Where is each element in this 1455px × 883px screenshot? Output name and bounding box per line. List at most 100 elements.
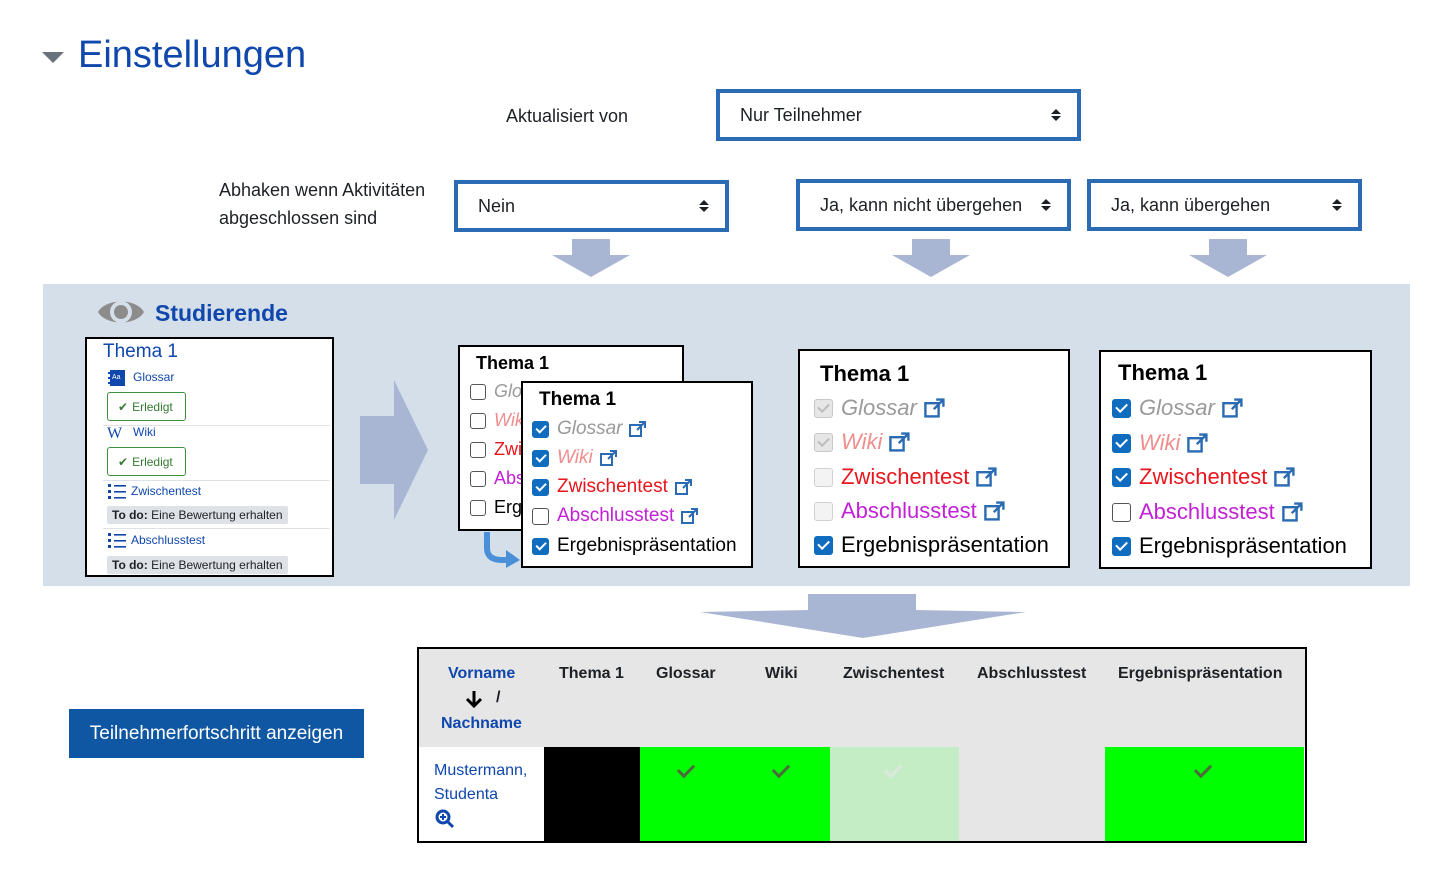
completion-checkbox [814,398,833,418]
progress-cell-glossar-wiki[interactable] [640,747,830,841]
block-title: Thema 1 [1118,360,1208,385]
progress-cell-ergebnis[interactable] [1105,747,1304,841]
sort-firstname-link[interactable]: Vorname [448,665,515,683]
external-link-icon[interactable] [975,465,999,489]
course-block-no-override: Thema 1 Glossar Wiki Zwischentest Abschl… [798,349,1070,568]
item-label[interactable]: Zwischentest [841,464,969,490]
external-link-icon[interactable] [1273,465,1297,489]
completion-checkbox[interactable] [532,478,549,496]
activity-link-wiki[interactable]: Wiki [133,425,156,439]
quiz-icon [108,484,126,499]
completion-checkbox[interactable] [532,420,549,438]
completion-option-label: Nein [478,195,516,216]
check-icon: ✔ [118,399,129,414]
external-link-icon[interactable] [628,419,648,439]
select-caret-icon [1051,109,1061,121]
progress-cell-zwischentest[interactable] [830,747,959,841]
completion-checkbox[interactable] [1112,502,1131,522]
completion-checkbox[interactable] [1112,536,1131,556]
todo-text: Eine Bewertung erhalten [151,558,283,572]
item-label[interactable]: Wiki [1139,430,1180,456]
completion-done-button[interactable]: ✔ Erledigt [107,447,186,476]
progress-cell-thema[interactable] [544,747,640,841]
down-arrow-icon [700,594,1026,638]
item-label[interactable]: Ergebnispräsentation [557,535,737,557]
external-link-icon[interactable] [680,506,700,526]
activity-link-glossar[interactable]: Glossar [133,370,174,384]
item-label[interactable]: Wiki [841,429,882,455]
role-title: Studierende [155,300,288,326]
check-icon [1193,759,1213,779]
completion-checkbox[interactable] [532,537,549,555]
completion-option-label: Ja, kann übergehen [1111,194,1271,215]
completion-done-button[interactable]: ✔ Erledigt [107,392,186,421]
sort-down-arrow-icon [465,689,483,709]
column-header-glossar: Glossar [656,665,716,682]
external-link-icon[interactable] [1186,431,1210,455]
external-link-icon[interactable] [599,448,619,468]
divider [103,528,330,529]
column-header-ergebnis: Ergebnispräsentation [1118,665,1283,682]
item-label: Wik [494,410,524,430]
completion-checkbox[interactable] [470,383,486,400]
progress-cell-abschlusstest[interactable] [959,747,1105,841]
item-label[interactable]: Abschlusstest [841,498,977,524]
external-link-icon[interactable] [888,430,912,454]
completion-label-line2: abgeschlossen sind [219,208,378,228]
external-link-icon[interactable] [1221,396,1245,420]
item-label[interactable]: Zwischentest [1139,464,1267,490]
item-label[interactable]: Wiki [557,447,593,469]
column-header-thema: Thema 1 [559,665,624,682]
column-header-zwischentest: Zwischentest [843,665,945,682]
external-link-icon[interactable] [983,499,1007,523]
show-progress-button[interactable]: Teilnehmerfortschritt anzeigen [69,709,364,758]
block-title: Thema 1 [476,353,550,373]
check-icon [676,759,696,779]
item-label[interactable]: Abschlusstest [1139,499,1275,525]
collapse-chevron-icon[interactable] [42,52,64,63]
todo-badge: To do: Eine Bewertung erhalten [107,506,288,524]
completion-checkbox[interactable] [1112,398,1131,418]
item-label[interactable]: Zwischentest [557,476,668,498]
item-label[interactable]: Glossar [841,395,917,421]
completion-select-override[interactable]: Ja, kann übergehen [1087,179,1362,231]
course-block-override: Thema 1 Glossar Wiki Zwischentest Abschl… [1099,350,1372,569]
down-arrow-icon [892,239,970,277]
updated-by-select[interactable]: Nur Teilnehmer [716,89,1081,141]
select-caret-icon [699,200,709,212]
external-link-icon[interactable] [674,477,694,497]
item-label[interactable]: Ergebnispräsentation [841,532,1049,558]
sort-lastname-link[interactable]: Nachname [441,715,522,733]
completion-checkbox[interactable] [470,499,486,516]
zoom-in-icon[interactable] [435,809,455,829]
updated-by-value: Nur Teilnehmer [740,104,862,125]
completion-checkbox[interactable] [470,470,486,487]
completion-checkbox[interactable] [532,449,549,467]
external-link-icon[interactable] [1281,500,1305,524]
section-title[interactable]: Thema 1 [103,341,178,363]
progress-table: Vorname / Nachname Thema 1 Glossar Wiki … [417,647,1307,843]
completion-checkbox[interactable] [1112,467,1131,487]
student-name-link[interactable]: Mustermann, Studenta [434,759,527,807]
completion-checkbox[interactable] [532,507,549,525]
item-label[interactable]: Glossar [557,418,622,440]
completion-checkbox[interactable] [814,535,833,555]
column-header-wiki: Wiki [765,665,798,682]
block-title: Thema 1 [820,361,910,386]
item-label[interactable]: Glossar [1139,395,1215,421]
course-section-preview: Thema 1 Aa Glossar ✔ Erledigt W Wiki ✔ Erl… [85,337,334,577]
completion-checkbox [814,501,833,521]
completion-checkbox[interactable] [1112,433,1131,453]
item-label: Zwi [494,439,522,459]
completion-select-nein[interactable]: Nein [454,180,729,232]
activity-link-zwischentest[interactable]: Zwischentest [131,484,201,498]
item-label[interactable]: Ergebnispräsentation [1139,533,1347,559]
completion-checkbox[interactable] [470,412,486,429]
completion-select-no-override[interactable]: Ja, kann nicht übergehen [796,179,1071,231]
activity-link-abschlusstest[interactable]: Abschlusstest [131,533,205,547]
check-icon: ✔ [118,454,129,469]
completion-checkbox[interactable] [470,441,486,458]
item-label[interactable]: Abschlusstest [557,505,674,527]
curved-arrow-icon [484,532,520,568]
external-link-icon[interactable] [923,396,947,420]
